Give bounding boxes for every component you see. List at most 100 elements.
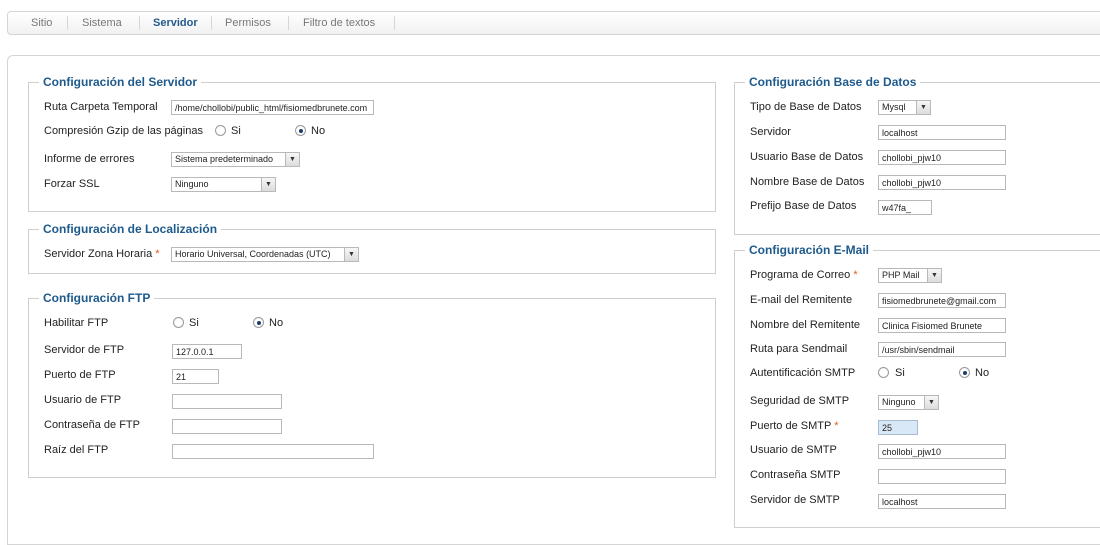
tab-separator (211, 16, 212, 30)
smtp-auth-no-label: No (975, 367, 990, 379)
db-prefix-input[interactable]: w47fa_ (878, 200, 932, 215)
settings-panel: Configuración del Servidor Ruta Carpeta … (7, 55, 1100, 545)
gzip-no-label: No (311, 125, 326, 137)
error-reporting-value: Sistema predeterminado (175, 154, 274, 164)
server-settings-fieldset: Configuración del Servidor Ruta Carpeta … (28, 74, 716, 212)
ftp-host-label: Servidor de FTP (44, 344, 125, 356)
sendmail-path-input[interactable]: /usr/sbin/sendmail (878, 342, 1006, 357)
smtp-auth-yes-label: Si (895, 367, 905, 379)
tab-servidor[interactable]: Servidor (153, 17, 198, 29)
gzip-no-radio[interactable] (295, 125, 306, 136)
smtp-auth-yes-radio[interactable] (878, 367, 889, 378)
chevron-down-icon: ▼ (344, 248, 358, 261)
chevron-down-icon: ▼ (261, 178, 275, 191)
tab-separator (67, 16, 68, 30)
database-settings-fieldset: Configuración Base de Datos Tipo de Base… (734, 74, 1100, 235)
ftp-settings-fieldset: Configuración FTP Habilitar FTP Si No Se… (28, 290, 716, 478)
db-type-select[interactable]: Mysql ▼ (878, 100, 931, 115)
chevron-down-icon: ▼ (924, 396, 938, 409)
smtp-pass-input[interactable] (878, 469, 1006, 484)
smtp-security-label: Seguridad de SMTP (750, 395, 850, 407)
db-type-value: Mysql (882, 102, 906, 112)
timezone-select[interactable]: Horario Universal, Coordenadas (UTC) ▼ (171, 247, 359, 262)
tab-sistema[interactable]: Sistema (82, 17, 122, 29)
tab-sitio[interactable]: Sitio (31, 17, 52, 29)
tmp-path-input[interactable]: /home/chollobi/public_html/fisiomedbrune… (171, 100, 374, 115)
smtp-auth-no-radio[interactable] (959, 367, 970, 378)
mail-settings-fieldset: Configuración E-Mail Programa de Correo … (734, 242, 1100, 528)
timezone-label-text: Servidor Zona Horaria (44, 248, 153, 260)
required-mark: * (853, 269, 858, 281)
smtp-port-label: Puerto de SMTP * (750, 419, 838, 433)
ftp-pass-input[interactable] (172, 419, 282, 434)
mail-settings-legend: Configuración E-Mail (745, 242, 873, 258)
force-ssl-select[interactable]: Ninguno ▼ (171, 177, 276, 192)
chevron-down-icon: ▼ (927, 269, 941, 282)
mail-fromname-input[interactable]: Clinica Fisiomed Brunete (878, 318, 1006, 333)
error-reporting-select[interactable]: Sistema predeterminado ▼ (171, 152, 300, 167)
smtp-user-input[interactable]: chollobi_pjw10 (878, 444, 1006, 459)
mailer-value: PHP Mail (882, 270, 920, 280)
server-settings-legend: Configuración del Servidor (39, 74, 202, 90)
smtp-port-label-text: Puerto de SMTP (750, 420, 832, 432)
ftp-enable-yes-label: Si (189, 317, 199, 329)
required-mark: * (155, 248, 160, 260)
smtp-auth-label: Autentificación SMTP (750, 367, 856, 379)
ftp-root-input[interactable] (172, 444, 374, 459)
mailer-select[interactable]: PHP Mail ▼ (878, 268, 942, 283)
ftp-enable-label: Habilitar FTP (44, 317, 109, 329)
smtp-port-input[interactable]: 25 (878, 420, 918, 435)
ftp-port-label: Puerto de FTP (44, 369, 116, 381)
db-name-input[interactable]: chollobi_pjw10 (878, 175, 1006, 190)
ftp-enable-no-radio[interactable] (253, 317, 264, 328)
gzip-yes-label: Si (231, 125, 241, 137)
ftp-settings-legend: Configuración FTP (39, 290, 155, 306)
tab-permisos[interactable]: Permisos (225, 17, 271, 29)
db-prefix-label: Prefijo Base de Datos (750, 200, 857, 212)
ftp-enable-yes-radio[interactable] (173, 317, 184, 328)
database-settings-legend: Configuración Base de Datos (745, 74, 921, 90)
db-host-input[interactable]: localhost (878, 125, 1006, 140)
smtp-host-input[interactable]: localhost (878, 494, 1006, 509)
gzip-label: Compresión Gzip de las páginas (44, 125, 203, 137)
tab-separator (394, 16, 395, 30)
db-host-label: Servidor (750, 126, 791, 138)
smtp-pass-label: Contraseña SMTP (750, 469, 841, 481)
db-user-input[interactable]: chollobi_pjw10 (878, 150, 1006, 165)
mail-from-label: E-mail del Remitente (750, 294, 853, 306)
force-ssl-label: Forzar SSL (44, 178, 100, 190)
locale-settings-fieldset: Configuración de Localización Servidor Z… (28, 221, 716, 274)
chevron-down-icon: ▼ (285, 153, 299, 166)
db-name-label: Nombre Base de Datos (750, 176, 865, 188)
timezone-value: Horario Universal, Coordenadas (UTC) (175, 249, 331, 259)
smtp-host-label: Servidor de SMTP (750, 494, 840, 506)
timezone-label: Servidor Zona Horaria * (44, 247, 160, 261)
db-type-label: Tipo de Base de Datos (750, 101, 862, 113)
tab-separator (139, 16, 140, 30)
settings-tab-bar: Sitio Sistema Servidor Permisos Filtro d… (7, 11, 1100, 35)
ftp-user-label: Usuario de FTP (44, 394, 122, 406)
mail-fromname-label: Nombre del Remitente (750, 319, 861, 331)
mailer-label: Programa de Correo * (750, 268, 858, 282)
chevron-down-icon: ▼ (916, 101, 930, 114)
mailer-label-text: Programa de Correo (750, 269, 851, 281)
ftp-port-input[interactable]: 21 (172, 369, 219, 384)
ftp-pass-label: Contraseña de FTP (44, 419, 140, 431)
smtp-user-label: Usuario de SMTP (750, 444, 837, 456)
smtp-security-value: Ninguno (882, 397, 916, 407)
tab-separator (288, 16, 289, 30)
ftp-user-input[interactable] (172, 394, 282, 409)
gzip-yes-radio[interactable] (215, 125, 226, 136)
ftp-root-label: Raíz del FTP (44, 444, 109, 456)
db-user-label: Usuario Base de Datos (750, 151, 864, 163)
mail-from-input[interactable]: fisiomedbrunete@gmail.com (878, 293, 1006, 308)
smtp-security-select[interactable]: Ninguno ▼ (878, 395, 939, 410)
sendmail-path-label: Ruta para Sendmail (750, 343, 848, 355)
ftp-host-input[interactable]: 127.0.0.1 (172, 344, 242, 359)
error-reporting-label: Informe de errores (44, 153, 135, 165)
tmp-path-label: Ruta Carpeta Temporal (44, 101, 158, 113)
ftp-enable-no-label: No (269, 317, 284, 329)
locale-settings-legend: Configuración de Localización (39, 221, 222, 237)
required-mark: * (834, 420, 839, 432)
tab-filtro-de-textos[interactable]: Filtro de textos (303, 17, 375, 29)
